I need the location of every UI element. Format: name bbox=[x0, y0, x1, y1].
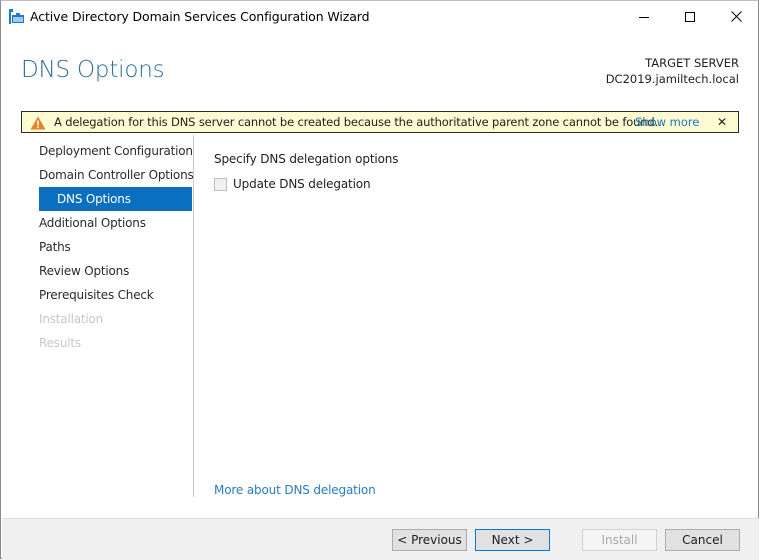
dismiss-warning-icon[interactable]: ✕ bbox=[715, 115, 729, 129]
nav-item-results: Results bbox=[39, 336, 81, 350]
nav-item-installation: Installation bbox=[39, 312, 104, 326]
wizard-window: Active Directory Domain Services Configu… bbox=[0, 0, 759, 560]
update-dns-delegation-checkbox bbox=[214, 177, 227, 191]
nav-item-domain-controller-options[interactable]: Domain Controller Options bbox=[39, 163, 194, 187]
warning-message: A delegation for this DNS server cannot … bbox=[54, 115, 666, 129]
window-title: Active Directory Domain Services Configu… bbox=[30, 9, 370, 24]
nav-item-paths[interactable]: Paths bbox=[39, 235, 192, 259]
minimize-button[interactable] bbox=[621, 1, 667, 32]
page-title: DNS Options bbox=[21, 57, 165, 83]
minimize-icon bbox=[639, 12, 649, 22]
title-bar[interactable]: Active Directory Domain Services Configu… bbox=[1, 1, 758, 32]
wizard-steps-nav: Deployment Configuration Domain Controll… bbox=[39, 139, 194, 355]
previous-button[interactable]: < Previous bbox=[392, 529, 467, 551]
dns-delegation-section-label: Specify DNS delegation options bbox=[214, 152, 399, 166]
cancel-button[interactable]: Cancel bbox=[665, 529, 740, 551]
target-server-name: DC2019.jamiltech.local bbox=[605, 72, 739, 86]
nav-item-prerequisites-check[interactable]: Prerequisites Check bbox=[39, 283, 192, 307]
nav-divider bbox=[193, 135, 194, 497]
update-dns-delegation-option: Update DNS delegation bbox=[214, 176, 371, 192]
show-more-link[interactable]: Show more bbox=[635, 115, 699, 129]
maximize-button[interactable] bbox=[667, 1, 713, 32]
warning-notification-bar: A delegation for this DNS server cannot … bbox=[21, 111, 739, 133]
wizard-footer: < Previous Next > Install Cancel bbox=[2, 518, 759, 560]
close-window-button[interactable] bbox=[713, 1, 759, 32]
install-button: Install bbox=[582, 529, 657, 551]
nav-item-deployment-configuration[interactable]: Deployment Configuration bbox=[39, 139, 193, 163]
nav-item-additional-options[interactable]: Additional Options bbox=[39, 211, 192, 235]
ad-ds-app-icon bbox=[9, 9, 25, 24]
nav-item-dns-options[interactable]: DNS Options bbox=[39, 187, 192, 211]
update-dns-delegation-label: Update DNS delegation bbox=[233, 177, 371, 191]
target-server-label: TARGET SERVER bbox=[645, 56, 739, 70]
close-icon bbox=[730, 11, 742, 22]
nav-item-review-options[interactable]: Review Options bbox=[39, 259, 192, 283]
next-button[interactable]: Next > bbox=[475, 529, 550, 551]
warning-triangle-icon bbox=[30, 115, 46, 130]
maximize-icon bbox=[685, 11, 695, 22]
more-about-dns-delegation-link[interactable]: More about DNS delegation bbox=[214, 483, 376, 497]
